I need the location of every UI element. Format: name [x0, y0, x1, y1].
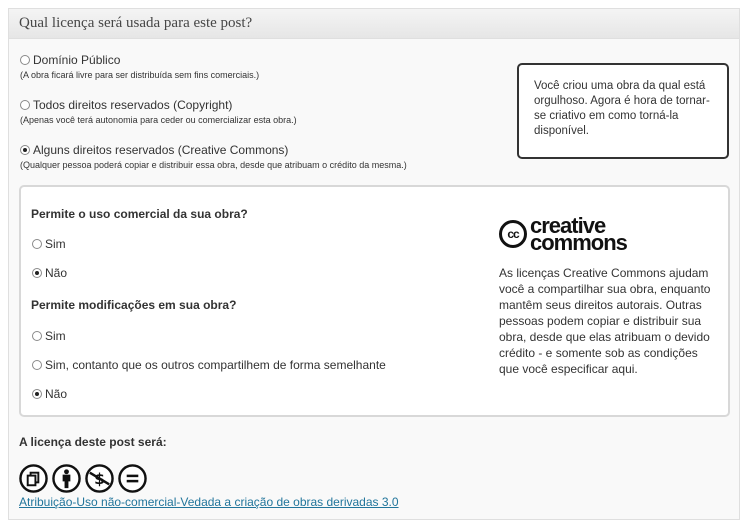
option-label: Sim [45, 237, 66, 251]
radio-commercial-yes[interactable] [32, 239, 42, 249]
modifications-no[interactable]: Não [32, 387, 67, 401]
radio-commercial-no[interactable] [32, 268, 42, 278]
option-copyright[interactable]: Todos direitos reservados (Copyright) (A… [20, 97, 297, 125]
result-label: A licença deste post será: [19, 435, 167, 449]
modifications-share-alike[interactable]: Sim, contanto que os outros compartilhem… [32, 358, 386, 372]
option-label: Domínio Público [33, 53, 121, 67]
license-link[interactable]: Atribuição-Uso não-comercial-Vedada a cr… [19, 495, 399, 509]
option-label: Alguns direitos reservados (Creative Com… [33, 143, 289, 157]
option-label: Sim [45, 329, 66, 343]
radio-copyright[interactable] [20, 100, 30, 110]
radio-modifications-yes[interactable] [32, 331, 42, 341]
no-derivatives-icon [118, 464, 147, 493]
option-label: Não [45, 266, 68, 280]
option-label: Não [45, 387, 68, 401]
modifications-yes[interactable]: Sim [32, 329, 66, 343]
attribution-icon [52, 464, 81, 493]
creative-commons-logo: cc creative commons [499, 215, 628, 255]
tip-box: Você criou uma obra da qual está orgulho… [517, 63, 729, 159]
creative-commons-box: Permite o uso comercial da sua obra? Sim… [19, 185, 730, 417]
license-icons: $ [19, 464, 147, 493]
commercial-no[interactable]: Não [32, 266, 67, 280]
question-modifications: Permite modificações em sua obra? [31, 298, 237, 312]
cc-logo-line2: commons [530, 230, 628, 255]
noncommercial-icon: $ [85, 464, 114, 493]
option-description: (Qualquer pessoa poderá copiar e distrib… [20, 160, 407, 170]
radio-modifications-no[interactable] [32, 389, 42, 399]
option-label: Sim, contanto que os outros compartilhem… [45, 358, 386, 372]
cc-description: As licenças Creative Commons ajudam você… [499, 266, 711, 376]
option-creative-commons[interactable]: Alguns direitos reservados (Creative Com… [20, 142, 407, 170]
panel-title: Qual licença será usada para este post? [19, 15, 253, 31]
cc-logo-icon: cc [499, 220, 527, 248]
commercial-yes[interactable]: Sim [32, 237, 66, 251]
option-description: (Apenas você terá autonomia para ceder o… [20, 115, 297, 125]
cc-share-icon [19, 464, 48, 493]
license-panel: Qual licença será usada para este post? … [8, 8, 740, 520]
option-label: Todos direitos reservados (Copyright) [33, 98, 233, 112]
question-commercial: Permite o uso comercial da sua obra? [31, 207, 248, 221]
cc-logo-text: creative commons [530, 215, 628, 255]
radio-public-domain[interactable] [20, 55, 30, 65]
radio-creative-commons[interactable] [20, 145, 30, 155]
option-description: (A obra ficará livre para ser distribuíd… [20, 70, 260, 80]
panel-header: Qual licença será usada para este post? [9, 9, 739, 39]
option-public-domain[interactable]: Domínio Público (A obra ficará livre par… [20, 52, 259, 80]
radio-modifications-share-alike[interactable] [32, 360, 42, 370]
